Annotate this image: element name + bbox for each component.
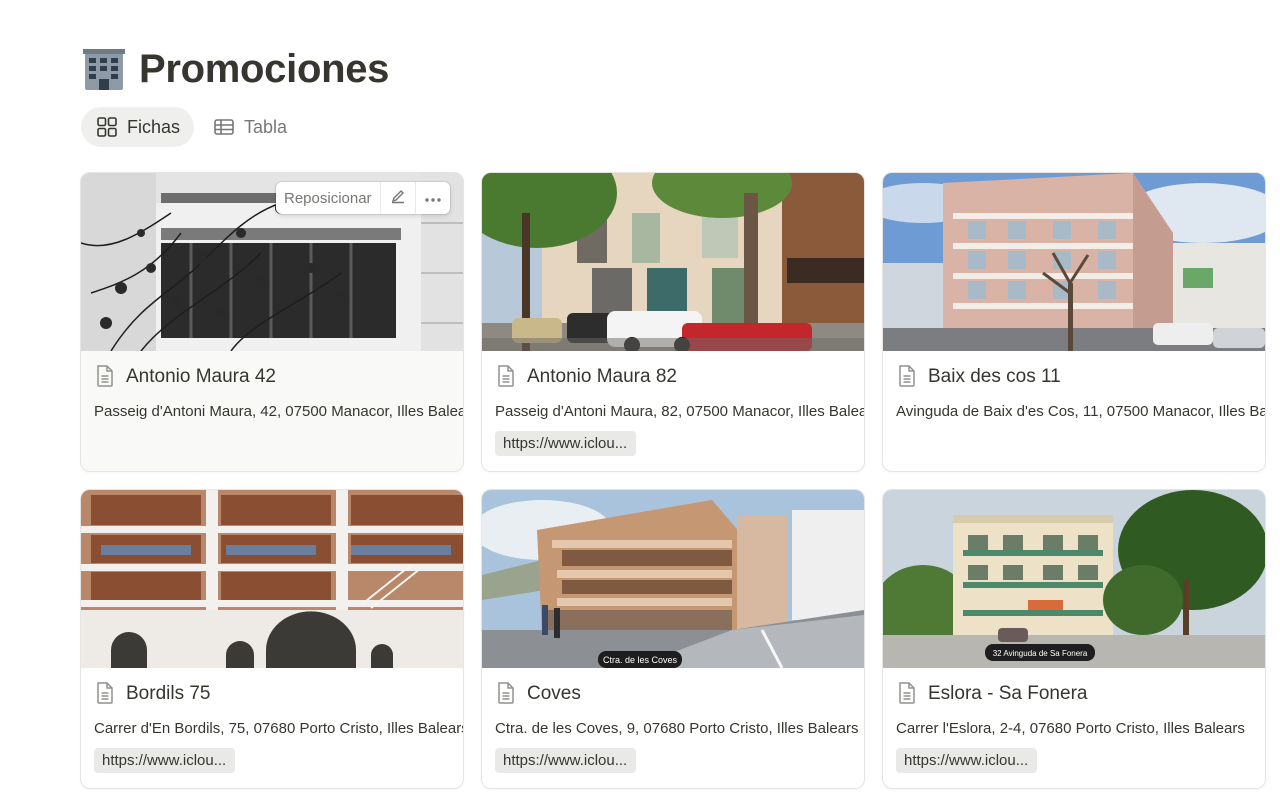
office-building-icon[interactable] <box>81 46 127 92</box>
page-header: Promociones <box>81 46 389 92</box>
card-cover-image <box>482 173 864 351</box>
card-title[interactable]: Antonio Maura 42 <box>126 366 276 388</box>
card-address: Passeig d'Antoni Maura, 42, 07500 Manaco… <box>94 403 463 420</box>
card-title[interactable]: Antonio Maura 82 <box>527 366 677 388</box>
card-link[interactable]: https://www.iclou... <box>94 748 236 773</box>
page-icon <box>94 364 116 388</box>
page-icon <box>94 681 116 705</box>
tab-label: Tabla <box>244 116 288 137</box>
street-label: 32 Avinguda de Sa Fonera <box>993 649 1088 658</box>
more-options-button[interactable] <box>416 182 450 214</box>
view-tabs: Fichas Tabla <box>81 107 305 147</box>
card-address: Avinguda de Baix d'es Cos, 11, 07500 Man… <box>896 403 1265 420</box>
tab-fichas[interactable]: Fichas <box>81 107 195 147</box>
gallery-card[interactable]: Baix des cos 11 Avinguda de Baix d'es Co… <box>882 172 1266 472</box>
page-icon <box>495 681 517 705</box>
street-label: Ctra. de les Coves <box>603 655 678 665</box>
page-icon <box>896 681 918 705</box>
tab-tabla[interactable]: Tabla <box>198 107 301 147</box>
card-link[interactable]: https://www.iclou... <box>896 748 1038 773</box>
card-title[interactable]: Eslora - Sa Fonera <box>928 683 1087 705</box>
pencil-icon <box>390 188 406 208</box>
card-address: Carrer l'Eslora, 2-4, 07680 Porto Cristo… <box>896 720 1245 737</box>
gallery-card[interactable]: Antonio Maura 82 Passeig d'Antoni Maura,… <box>481 172 865 472</box>
more-horizontal-icon <box>424 190 442 207</box>
card-link[interactable]: https://www.iclou... <box>495 748 637 773</box>
edit-cover-button[interactable] <box>381 182 416 214</box>
tab-label: Fichas <box>127 116 181 137</box>
card-address: Passeig d'Antoni Maura, 82, 07500 Manaco… <box>495 403 864 420</box>
page-icon <box>495 364 517 388</box>
card-cover-image <box>883 173 1265 351</box>
card-address: Carrer d'En Bordils, 75, 07680 Porto Cri… <box>94 720 463 737</box>
gallery-grid-icon <box>96 116 118 138</box>
card-link[interactable]: https://www.iclou... <box>495 431 637 456</box>
card-cover-image: 32 Avinguda de Sa Fonera <box>883 490 1265 668</box>
card-title[interactable]: Coves <box>527 683 581 705</box>
cover-toolbar: Reposicionar <box>276 182 450 214</box>
gallery-card[interactable]: Ctra. de les Coves Coves Ctra. de les Co… <box>481 489 865 789</box>
gallery-card[interactable]: Reposicionar Antonio Maura 42 Passeig d'… <box>80 172 464 472</box>
card-cover-image: Ctra. de les Coves <box>482 490 864 668</box>
gallery-card[interactable]: Bordils 75 Carrer d'En Bordils, 75, 0768… <box>80 489 464 789</box>
gallery-card[interactable]: 32 Avinguda de Sa Fonera Eslora - Sa Fon… <box>882 489 1266 789</box>
page-icon <box>896 364 918 388</box>
card-title[interactable]: Baix des cos 11 <box>928 366 1061 388</box>
reposition-button[interactable]: Reposicionar <box>276 182 381 214</box>
card-address: Ctra. de les Coves, 9, 07680 Porto Crist… <box>495 720 859 737</box>
page-title[interactable]: Promociones <box>139 47 389 92</box>
table-icon <box>213 116 235 138</box>
card-cover-image <box>81 490 463 668</box>
card-title[interactable]: Bordils 75 <box>126 683 211 705</box>
